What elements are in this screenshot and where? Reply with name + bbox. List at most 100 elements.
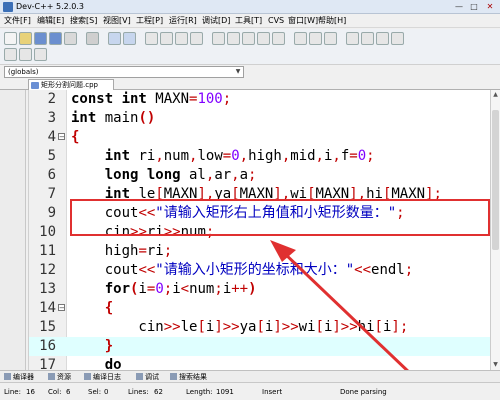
- fold-toggle-icon[interactable]: −: [58, 304, 65, 312]
- status-line-label: Line:: [4, 388, 21, 396]
- status-col-label: Col:: [48, 388, 62, 396]
- redo-icon[interactable]: [123, 32, 136, 45]
- line-number: 5: [47, 148, 56, 164]
- code-line: 2 const int MAXN=100;: [29, 90, 490, 109]
- code-line: 4 − {: [29, 128, 490, 147]
- save-icon[interactable]: [34, 32, 47, 45]
- minimize-button[interactable]: —: [452, 1, 466, 12]
- status-col-value: 6: [66, 388, 71, 396]
- tab-compile-log[interactable]: 编译日志: [84, 372, 121, 382]
- line-number: 10: [39, 224, 56, 240]
- menu-debug[interactable]: 调试[D]: [202, 14, 230, 28]
- resources-icon: [48, 373, 55, 380]
- code-text: for(i=0;i<num;i++): [104, 281, 257, 297]
- menu-bar: 文件[F] 编辑[E] 搜索[S] 视图[V] 工程[P] 运行[R] 调试[D…: [0, 14, 500, 28]
- tab-file[interactable]: 矩形分割问题.cpp: [28, 79, 114, 90]
- code-text: {: [71, 129, 80, 145]
- debug-tab-icon: [136, 373, 143, 380]
- scope-select[interactable]: (globals) ▼: [4, 66, 244, 78]
- scope-value: (globals): [8, 68, 39, 76]
- undo-icon[interactable]: [108, 32, 121, 45]
- replace-icon[interactable]: [160, 32, 173, 45]
- code-text: long long al,ar,a;: [104, 167, 257, 183]
- code-text: int ri,num,low=0,high,mid,i,f=0;: [104, 148, 375, 164]
- tab-compiler[interactable]: 编译器: [4, 372, 34, 382]
- code-line: 15 cin>>le[i]>>ya[i]>>wi[i]>>hi[i];: [29, 318, 490, 337]
- menu-run[interactable]: 运行[R]: [169, 14, 197, 28]
- menu-cvs[interactable]: CVS: [268, 14, 284, 28]
- status-lines-label: Lines:: [128, 388, 149, 396]
- code-text: cin>>le[i]>>ya[i]>>wi[i]>>hi[i];: [71, 319, 409, 335]
- find-next-icon[interactable]: [175, 32, 188, 45]
- rebuild-icon[interactable]: [257, 32, 270, 45]
- new-file-icon[interactable]: [4, 32, 17, 45]
- project-options-icon[interactable]: [4, 48, 17, 61]
- save-all-icon[interactable]: [49, 32, 62, 45]
- close-button[interactable]: ✕: [483, 1, 497, 12]
- menu-file[interactable]: 文件[F]: [4, 14, 31, 28]
- tab-strip: 矩形分割问题.cpp: [0, 79, 500, 90]
- chart-icon[interactable]: [309, 32, 322, 45]
- help-icon[interactable]: [34, 48, 47, 61]
- menu-window[interactable]: 窗口[W]: [288, 14, 318, 28]
- insert-icon[interactable]: [361, 32, 374, 45]
- annotation-highlight-box: [70, 199, 490, 236]
- debug-icon[interactable]: [272, 32, 285, 45]
- app-icon: [3, 2, 13, 12]
- line-number: 12: [39, 262, 56, 278]
- line-number: 9: [47, 205, 56, 221]
- line-number: 16: [39, 338, 56, 354]
- open-icon[interactable]: [19, 32, 32, 45]
- line-number: 15: [39, 319, 56, 335]
- print-icon[interactable]: [86, 32, 99, 45]
- menu-search[interactable]: 搜索[S]: [70, 14, 97, 28]
- menu-view[interactable]: 视图[V]: [103, 14, 131, 28]
- status-message: Done parsing: [340, 388, 387, 396]
- code-text: int main(): [71, 110, 156, 126]
- scope-bar: (globals) ▼: [0, 65, 500, 79]
- new-project-icon[interactable]: [346, 32, 359, 45]
- window-title: Dev-C++ 5.2.0.3: [16, 2, 85, 11]
- scroll-up-icon[interactable]: ▲: [491, 90, 500, 99]
- fold-toggle-icon[interactable]: −: [58, 133, 65, 141]
- tab-debug[interactable]: 调试: [136, 372, 159, 382]
- line-number: 7: [47, 186, 56, 202]
- menu-edit[interactable]: 编辑[E]: [37, 14, 64, 28]
- compile-run-icon[interactable]: [242, 32, 255, 45]
- bottom-panel-tabs: 编译器 资源 编译日志 调试 搜索结果: [0, 370, 500, 382]
- scroll-thumb[interactable]: [492, 110, 499, 250]
- line-number: 6: [47, 167, 56, 183]
- chevron-down-icon[interactable]: ▼: [233, 67, 243, 77]
- class-browser-icon[interactable]: [19, 48, 32, 61]
- compile-icon[interactable]: [212, 32, 225, 45]
- code-text: do: [104, 357, 122, 370]
- cpp-file-icon: [31, 82, 39, 89]
- check-icon[interactable]: [294, 32, 307, 45]
- tab-search-results[interactable]: 搜索结果: [170, 372, 207, 382]
- code-text: high=ri;: [71, 243, 173, 259]
- close-icon[interactable]: [64, 32, 77, 45]
- status-lines-value: 62: [154, 388, 163, 396]
- code-line-current: 16 }: [29, 337, 490, 356]
- left-dock: [0, 90, 26, 370]
- line-number: 3: [47, 110, 56, 126]
- code-line: 3 int main(): [29, 109, 490, 128]
- maximize-button[interactable]: □: [467, 1, 481, 12]
- compiler-icon: [4, 373, 11, 380]
- scroll-down-icon[interactable]: ▼: [491, 360, 500, 369]
- menu-tools[interactable]: 工具[T]: [235, 14, 262, 28]
- goto-icon[interactable]: [391, 32, 404, 45]
- vertical-scrollbar[interactable]: ▲ ▼: [490, 90, 500, 370]
- toggle-icon[interactable]: [376, 32, 389, 45]
- run-icon[interactable]: [227, 32, 240, 45]
- status-length-value: 1091: [216, 388, 234, 396]
- tab-resources[interactable]: 资源: [48, 372, 71, 382]
- code-text: cout<<"请输入小矩形的坐标和大小："<<endl;: [71, 262, 414, 278]
- menu-project[interactable]: 工程[P]: [136, 14, 163, 28]
- profile-icon[interactable]: [324, 32, 337, 45]
- goto-line-icon[interactable]: [190, 32, 203, 45]
- menu-help[interactable]: 帮助[H]: [318, 14, 346, 28]
- search-results-icon: [170, 373, 177, 380]
- find-icon[interactable]: [145, 32, 158, 45]
- code-text: const int MAXN=100;: [71, 91, 232, 107]
